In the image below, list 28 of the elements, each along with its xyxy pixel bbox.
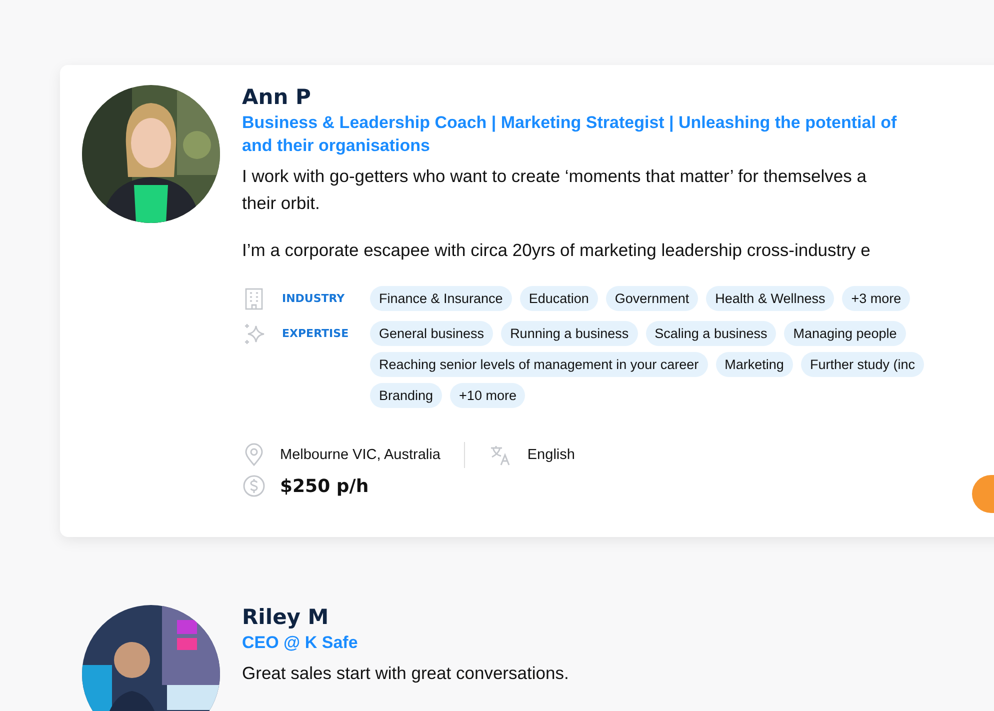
tag-chip[interactable]: Government (606, 286, 698, 311)
sparkle-icon (242, 322, 266, 346)
language-text: English (527, 447, 575, 463)
tag-chip[interactable]: Marketing (716, 352, 793, 377)
profile-headline: CEO @ K Safe (242, 632, 359, 654)
facet-label: EXPERTISE (282, 327, 350, 340)
tag-chip[interactable]: Finance & Insurance (370, 286, 512, 311)
tag-chip[interactable]: Health & Wellness (706, 286, 834, 311)
tag-chip[interactable]: Running a business (501, 321, 638, 346)
tag-chip[interactable]: General business (370, 321, 494, 346)
dollar-icon (242, 474, 266, 498)
tag-chip[interactable]: +10 more (450, 383, 526, 408)
bio-text: I work with go-getters who want to create ‘moments that matter’ for themselves a their orbit. (242, 165, 868, 215)
bio-text: I’m a corporate escapee with circa 20yrs of marketing leadership cross-industry e (242, 239, 872, 262)
tag-chip[interactable]: Reaching senior levels of management in your career (370, 352, 708, 377)
tag-chip[interactable]: Scaling a business (646, 321, 776, 346)
tag-chip[interactable]: +3 more (842, 286, 910, 311)
tag-chip[interactable]: Branding (370, 383, 442, 408)
tag-chip[interactable]: Further study (inc (800, 352, 924, 377)
bio-text: Great sales start with great conversations. (242, 662, 569, 685)
profile-name[interactable]: Riley M (242, 605, 569, 629)
location-text: Melbourne VIC, Australia (280, 447, 440, 463)
profile-headline: Business & Leadership Coach | Marketing Strategist | Unleashing the potential of and their organisations (242, 112, 898, 157)
tag-chip[interactable]: Education (520, 286, 598, 311)
hourly-rate: $250 p/h (280, 476, 369, 496)
tag-chip[interactable]: Managing people (784, 321, 906, 346)
facet-label: INDUSTRY (282, 292, 346, 305)
profile-name[interactable]: Ann P (242, 85, 970, 109)
